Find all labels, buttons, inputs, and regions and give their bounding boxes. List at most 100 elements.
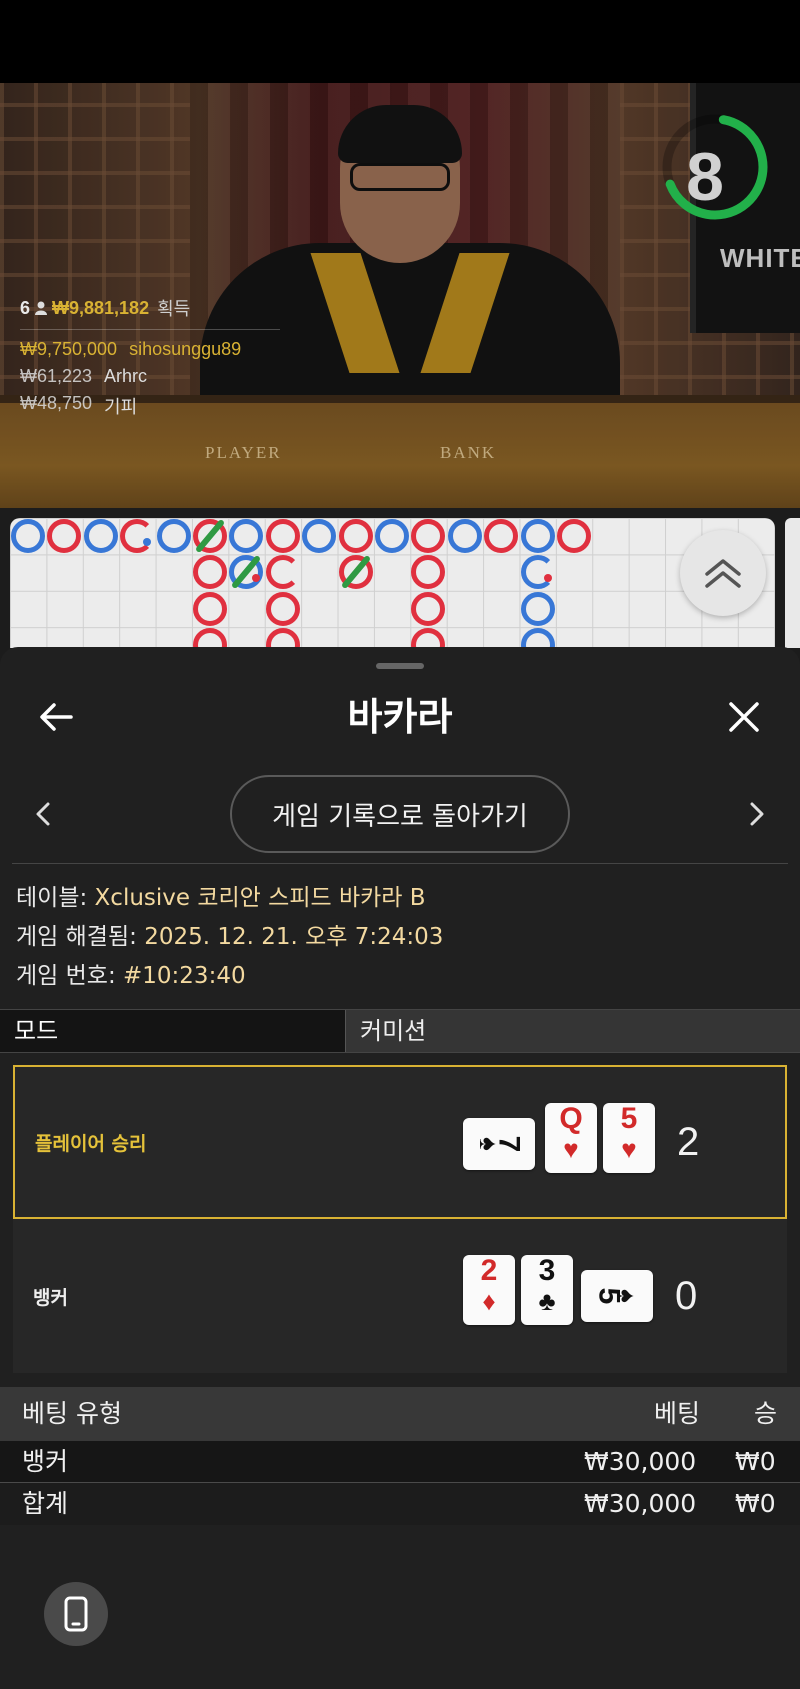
player-result-row: 플레이어 승리 ♠ 7 Q ♥ 5 ♥ 2 <box>13 1065 787 1219</box>
banker-result-label: 뱅커 <box>33 1286 68 1309</box>
bets-table-header: 베팅 유형 베팅 승 <box>0 1387 800 1441</box>
close-icon <box>729 702 759 732</box>
road-bead-banker <box>484 519 519 553</box>
person-icon <box>35 301 48 315</box>
sheet-title: 바카라 <box>347 695 453 739</box>
bet-type: 뱅커 <box>22 1447 69 1476</box>
resolved-info-label: 게임 해결됨: <box>16 924 137 950</box>
road-bead-player <box>302 519 337 553</box>
road-map-grid[interactable] <box>10 518 775 648</box>
next-game-button[interactable] <box>742 797 772 831</box>
device-toggle-button[interactable] <box>44 1582 108 1646</box>
road-bead-player <box>229 519 264 553</box>
card-suit: ♣ <box>538 1286 556 1316</box>
winner-row: ₩9,750,000 sihosunggu89 <box>20 336 280 363</box>
player-card-3: 5 ♥ <box>603 1103 655 1173</box>
bet-amount: ₩30,000 <box>584 1447 697 1476</box>
card-rank: 2 <box>480 1254 498 1287</box>
arrow-left-icon <box>40 703 73 731</box>
status-bar <box>0 0 800 83</box>
collapse-roadmap-button[interactable] <box>680 530 766 616</box>
road-bead-banker <box>265 519 300 553</box>
player-card-1: ♠ 7 <box>463 1118 535 1170</box>
road-bead-banker <box>265 628 300 648</box>
tab-commission[interactable]: 커미션 <box>345 1010 800 1052</box>
winner-amount: ₩9,750,000 <box>20 339 118 359</box>
winners-total: ₩9,881,182 <box>52 297 150 318</box>
player-score: 2 <box>677 1119 700 1164</box>
card-suit: ♥ <box>621 1134 637 1164</box>
previous-game-button[interactable] <box>28 797 58 831</box>
banker-result-row: 뱅커 2 ♦ 3 ♣ 5 ♠ 0 <box>13 1219 787 1373</box>
winner-row: ₩48,750 기피 <box>20 390 280 422</box>
road-bead-player <box>520 555 555 590</box>
road-bead-player <box>520 519 555 553</box>
app-root: WHITE PLAYER BANK 8 6 ₩9,881,182 획득 ₩9,7… <box>0 0 800 1689</box>
road-bead-banker <box>120 519 155 553</box>
bets-col-type: 베팅 유형 <box>22 1399 122 1428</box>
divider <box>12 863 788 864</box>
game-number-info: 게임 번호: #10:23:40 <box>16 957 443 996</box>
game-info: 테이블: Xclusive 코리안 스피드 바카라 B 게임 해결됨: 2025… <box>16 879 443 996</box>
card-suit: ♥ <box>563 1134 579 1164</box>
winner-name: Arhrc <box>104 366 148 386</box>
game-number-label: 게임 번호: <box>16 963 116 989</box>
mode-tabs: 모드 커미션 <box>0 1009 800 1053</box>
win-amount: ₩0 <box>735 1489 776 1518</box>
winner-amount: ₩61,223 <box>20 366 93 386</box>
win-amount: ₩0 <box>735 1447 776 1476</box>
bets-col-bet: 베팅 <box>654 1399 701 1428</box>
banker-card-3: 5 ♠ <box>581 1270 653 1322</box>
road-bead-player <box>11 519 45 553</box>
winners-label: 획득 <box>157 299 191 319</box>
phone-icon <box>64 1596 88 1632</box>
card-rank: 3 <box>538 1254 556 1287</box>
road-bead-banker <box>265 591 300 626</box>
winner-name: 기피 <box>104 397 138 417</box>
road-bead-banker <box>338 519 373 553</box>
game-number-value: #10:23:40 <box>123 963 246 989</box>
road-bead-banker <box>193 628 227 648</box>
sheet-header: 바카라 <box>0 687 800 747</box>
double-chevron-up-icon <box>705 559 741 588</box>
card-rank: Q <box>559 1102 583 1135</box>
resolved-info: 게임 해결됨: 2025. 12. 21. 오후 7:24:03 <box>16 918 443 957</box>
card-rank: 5 <box>620 1102 638 1135</box>
table-info-label: 테이블: <box>16 885 88 911</box>
road-bead-player <box>375 519 409 553</box>
card-suit: ♠ <box>612 1289 643 1303</box>
game-history-sheet: 바카라 게임 기록으로 돌아가기 테이블: Xclusive 코리안 스피드 바… <box>0 647 800 1689</box>
back-button[interactable] <box>36 697 76 737</box>
road-bead-banker <box>193 591 227 626</box>
winner-amount: ₩48,750 <box>20 393 93 413</box>
bets-col-win: 승 <box>754 1399 778 1428</box>
table-row: 뱅커 ₩30,000 ₩0 <box>0 1441 800 1483</box>
road-map-secondary[interactable] <box>785 518 800 648</box>
road-pair-dot <box>543 574 552 583</box>
chevron-left-icon <box>36 802 50 826</box>
game-navigation: 게임 기록으로 돌아가기 <box>0 775 800 853</box>
winners-list: 6 ₩9,881,182 획득 ₩9,750,000 sihosunggu89 … <box>20 295 280 422</box>
countdown-timer-value: 8 <box>686 139 724 215</box>
road-bead-banker <box>411 628 446 648</box>
table-row: 합계 ₩30,000 ₩0 <box>0 1483 800 1525</box>
card-rank: 7 <box>491 1135 525 1153</box>
player-card-2: Q ♥ <box>545 1103 597 1173</box>
bet-amount: ₩30,000 <box>584 1489 697 1518</box>
tab-mode[interactable]: 모드 <box>0 1010 345 1052</box>
road-bead-banker <box>411 555 446 590</box>
close-button[interactable] <box>724 697 764 737</box>
road-bead-player <box>156 519 191 553</box>
road-bead-player <box>83 519 118 553</box>
road-bead-banker <box>193 555 227 590</box>
sheet-drag-handle[interactable] <box>376 663 424 669</box>
card-suit: ♦ <box>482 1286 496 1316</box>
road-bead-player <box>447 519 482 553</box>
bet-type: 합계 <box>22 1489 69 1518</box>
road-bead-banker <box>557 519 591 553</box>
player-result-label: 플레이어 승리 <box>35 1132 147 1155</box>
road-bead-player <box>520 628 555 648</box>
road-bead-banker <box>265 555 300 590</box>
back-to-history-button[interactable]: 게임 기록으로 돌아가기 <box>230 775 570 853</box>
chevron-right-icon <box>750 802 764 826</box>
